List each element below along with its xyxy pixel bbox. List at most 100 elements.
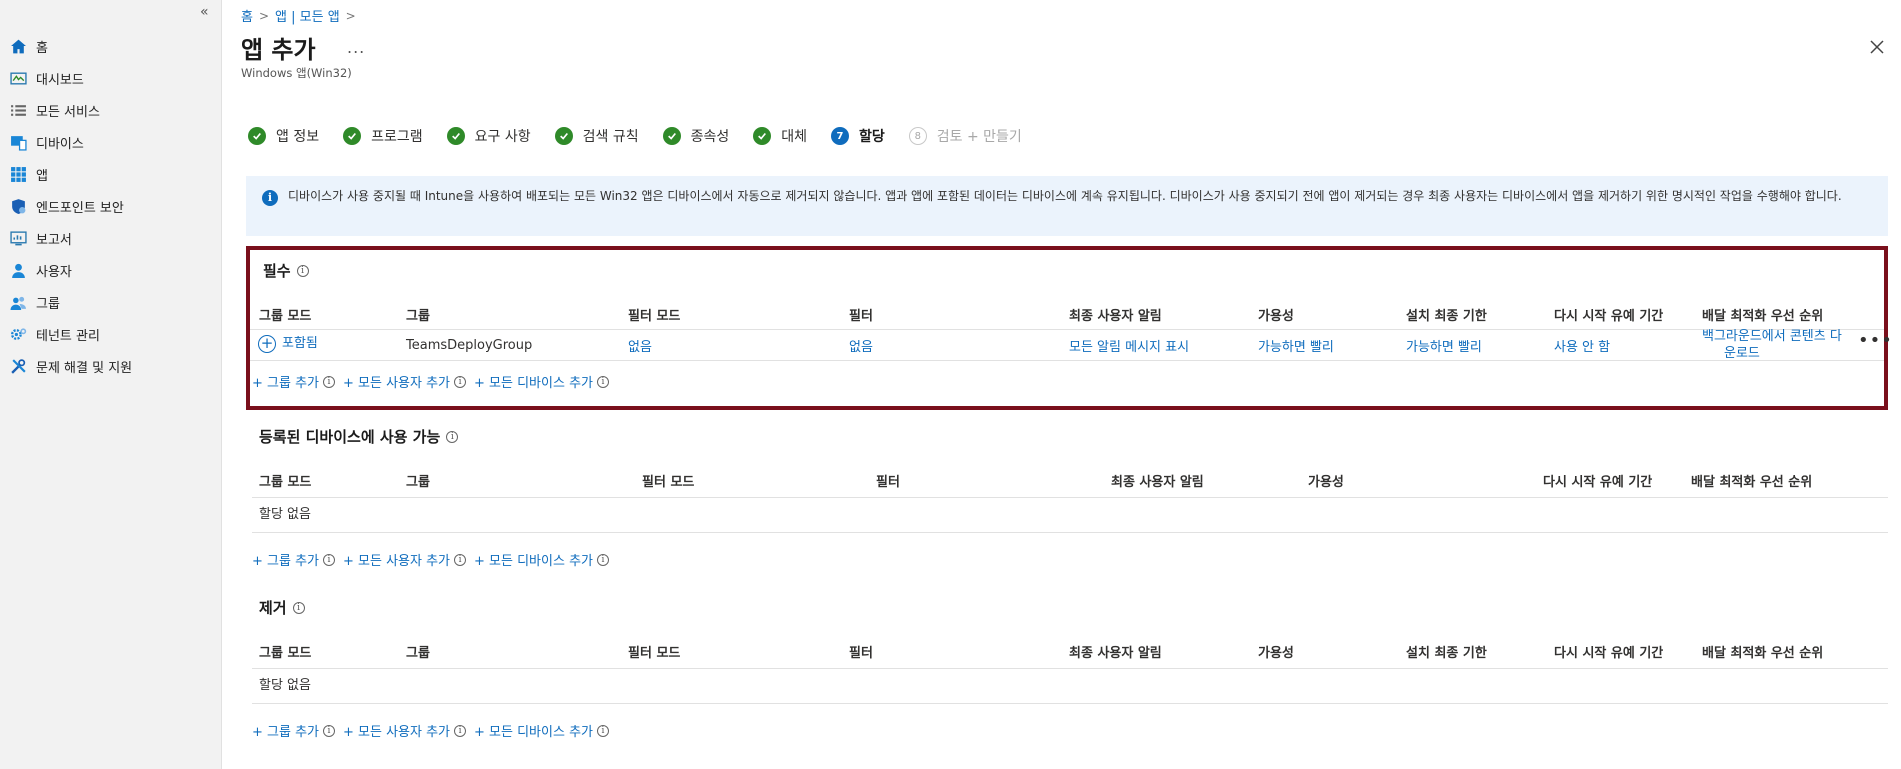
filter-cell[interactable]: 없음 xyxy=(849,336,873,355)
close-icon[interactable] xyxy=(1866,36,1888,58)
col-filter: 필터 xyxy=(849,309,873,324)
step-dependencies[interactable]: 종속성 xyxy=(662,126,729,146)
col-filter: 필터 xyxy=(876,475,900,490)
col-group-mode: 그룹 모드 xyxy=(259,646,312,661)
sidebar-item-label: 모든 서비스 xyxy=(36,104,100,120)
sidebar-item-endpoint-security[interactable]: 엔드포인트 보안 xyxy=(0,190,222,222)
step-label: 검색 규칙 xyxy=(582,129,639,145)
col-notification: 최종 사용자 알림 xyxy=(1069,646,1162,661)
collapse-sidebar-icon[interactable]: « xyxy=(200,4,209,20)
chevron-right-icon: > xyxy=(345,8,356,23)
info-circle-icon[interactable]: i xyxy=(597,724,609,737)
add-all-devices-link[interactable]: + 모든 디바이스 추가 xyxy=(474,550,593,569)
row-more-icon[interactable]: ••• xyxy=(1858,330,1893,351)
info-circle-icon[interactable]: i xyxy=(597,375,609,388)
col-delivery-priority: 배달 최적화 우선 순위 xyxy=(1702,646,1824,661)
step-number-badge: 7 xyxy=(831,127,849,145)
step-label: 프로그램 xyxy=(371,129,423,145)
step-requirements[interactable]: 요구 사항 xyxy=(446,126,531,146)
group-mode-cell[interactable]: + 포함됨 xyxy=(258,332,318,353)
sidebar-item-apps[interactable]: 앱 xyxy=(0,158,222,190)
info-circle-icon[interactable]: i xyxy=(323,724,335,737)
info-circle-icon[interactable]: i xyxy=(323,553,335,566)
available-section: 등록된 디바이스에 사용 가능 i 그룹 모드 그룹 필터 모드 필터 최종 사… xyxy=(246,426,1888,586)
info-circle-icon[interactable]: i xyxy=(454,553,467,566)
restart-grace-cell[interactable]: 사용 안 함 xyxy=(1554,336,1610,355)
step-label: 앱 정보 xyxy=(276,129,320,145)
sidebar-item-label: 앱 xyxy=(36,168,48,184)
checkmark-icon xyxy=(248,127,266,145)
step-detection-rules[interactable]: 검색 규칙 xyxy=(554,126,639,146)
col-restart-grace: 다시 시작 유예 기간 xyxy=(1554,309,1664,324)
step-label: 검토 + 만들기 xyxy=(936,129,1022,145)
info-circle-icon[interactable]: i xyxy=(597,553,609,566)
info-circle-icon[interactable]: i xyxy=(323,375,335,388)
info-icon: i xyxy=(262,190,278,206)
step-app-info[interactable]: 앱 정보 xyxy=(248,126,319,146)
deadline-cell[interactable]: 가능하면 빨리 xyxy=(1406,336,1482,355)
user-icon xyxy=(10,262,27,279)
col-restart-grace: 다시 시작 유예 기간 xyxy=(1554,646,1664,661)
sidebar-item-home[interactable]: 홈 xyxy=(0,30,222,62)
filter-mode-cell[interactable]: 없음 xyxy=(628,336,652,355)
col-deadline: 설치 최종 기한 xyxy=(1406,309,1487,324)
col-group: 그룹 xyxy=(406,309,430,324)
info-circle-icon[interactable]: i xyxy=(454,724,467,737)
sidebar-item-troubleshooting[interactable]: 문제 해결 및 지원 xyxy=(0,350,222,382)
add-circle-icon: + xyxy=(258,334,276,353)
step-supersedence[interactable]: 대체 xyxy=(753,126,807,146)
checkmark-icon xyxy=(662,127,681,145)
sidebar-item-all-services[interactable]: 모든 서비스 xyxy=(0,94,222,126)
col-filter-mode: 필터 모드 xyxy=(642,475,695,490)
step-program[interactable]: 프로그램 xyxy=(343,126,423,146)
add-group-link[interactable]: + 그룹 추가 xyxy=(252,372,319,391)
add-assignment-links: + 그룹 추가 i + 모든 사용자 추가 i + 모든 디바이스 추가 i xyxy=(252,721,613,740)
add-all-users-link[interactable]: + 모든 사용자 추가 xyxy=(343,721,450,740)
devices-icon xyxy=(10,134,27,151)
empty-assignments: 할당 없음 xyxy=(259,678,311,693)
delivery-priority-cell[interactable]: 백그라운드에서 콘텐츠 다 운로드 xyxy=(1702,328,1842,362)
sidebar-item-users[interactable]: 사용자 xyxy=(0,254,222,286)
section-title-text: 필수 xyxy=(263,262,291,280)
info-text: 디바이스가 사용 중지될 때 Intune을 사용하여 배포되는 모든 Win3… xyxy=(288,189,1842,203)
divider xyxy=(252,532,1888,533)
step-label: 요구 사항 xyxy=(474,129,531,145)
breadcrumb-home[interactable]: 홈 xyxy=(241,6,253,25)
section-title: 등록된 디바이스에 사용 가능 i xyxy=(259,426,459,447)
info-circle-icon[interactable]: i xyxy=(296,264,309,277)
add-group-link[interactable]: + 그룹 추가 xyxy=(252,721,319,740)
sidebar-item-devices[interactable]: 디바이스 xyxy=(0,126,222,158)
dashboard-icon xyxy=(10,70,27,87)
step-assignments[interactable]: 7 할당 xyxy=(831,126,885,146)
col-notification: 최종 사용자 알림 xyxy=(1111,475,1204,490)
col-group: 그룹 xyxy=(406,475,430,490)
add-all-users-link[interactable]: + 모든 사용자 추가 xyxy=(343,372,450,391)
section-title: 필수 i xyxy=(263,260,309,281)
group-icon xyxy=(10,294,27,311)
breadcrumb: 홈 > 앱 | 모든 앱 > xyxy=(241,6,356,26)
add-all-devices-link[interactable]: + 모든 디바이스 추가 xyxy=(474,721,593,740)
chevron-right-icon: > xyxy=(258,8,270,23)
info-circle-icon[interactable]: i xyxy=(292,601,305,614)
add-all-devices-link[interactable]: + 모든 디바이스 추가 xyxy=(474,372,593,391)
add-all-users-link[interactable]: + 모든 사용자 추가 xyxy=(343,550,450,569)
add-group-link[interactable]: + 그룹 추가 xyxy=(252,550,319,569)
more-options-icon[interactable]: ... xyxy=(347,38,365,57)
main-content: 홈 > 앱 | 모든 앱 > 앱 추가 ... Windows 앱(Win32)… xyxy=(222,0,1901,769)
sidebar-item-reports[interactable]: 보고서 xyxy=(0,222,222,254)
group-mode-value: 포함됨 xyxy=(282,336,318,351)
availability-cell[interactable]: 가능하면 빨리 xyxy=(1258,336,1334,355)
info-circle-icon[interactable]: i xyxy=(446,430,459,443)
page-subtitle: Windows 앱(Win32) xyxy=(241,66,352,80)
sidebar-item-groups[interactable]: 그룹 xyxy=(0,286,222,318)
col-availability: 가용성 xyxy=(1258,646,1294,661)
sidebar-item-tenant-admin[interactable]: 테넌트 관리 xyxy=(0,318,222,350)
info-circle-icon[interactable]: i xyxy=(454,375,467,388)
sidebar-item-dashboard[interactable]: 대시보드 xyxy=(0,62,222,94)
sidebar-item-label: 대시보드 xyxy=(36,72,84,88)
notification-cell[interactable]: 모든 알림 메시지 표시 xyxy=(1069,336,1189,355)
breadcrumb-apps[interactable]: 앱 | 모든 앱 xyxy=(275,6,340,25)
step-review-create[interactable]: 8 검토 + 만들기 xyxy=(908,126,1022,146)
left-navigation: « 홈 대시보드 모든 서비스 디바이스 앱 엔드포인트 보안 보고서 사용자 … xyxy=(0,0,222,769)
divider xyxy=(252,703,1888,704)
